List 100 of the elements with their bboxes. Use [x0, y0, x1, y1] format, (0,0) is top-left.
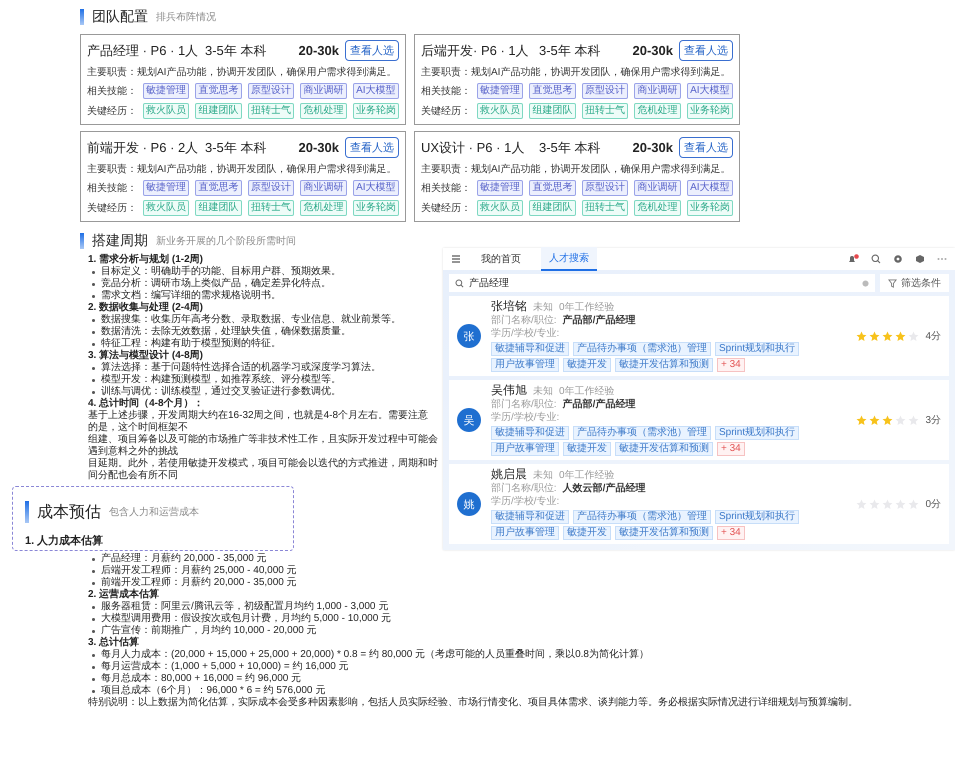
- experience-tag: 扭转士气: [248, 103, 294, 119]
- skill-tag: AI大模型: [352, 83, 400, 99]
- nav-tab[interactable]: 我的首页: [473, 248, 529, 270]
- list-item: 特征工程：构建有助于模型预测的特征。: [101, 338, 281, 350]
- view-candidates-button[interactable]: 查看人选: [345, 137, 399, 158]
- skill-tag: 敏捷管理: [477, 83, 524, 99]
- role-title: 后端开发· P6 · 1人: [421, 42, 530, 60]
- candidate-card[interactable]: 吴 吴伟旭 未知 0年工作经验 部门名称/职位: 产品部/产品经理 学历/学校/专业: 敏捷辅导和促进 产品待办事项（需求池）管理 Sprint规划和执行 用户故事管理 敏捷开发 敏捷开发估算和预测 + 34 3分: [449, 380, 949, 460]
- more-tag[interactable]: + 34: [717, 358, 745, 372]
- role-title: 前端开发 · P6 · 2人: [87, 138, 200, 156]
- bullet-icon: [92, 319, 95, 322]
- skill-tag: 敏捷开发: [563, 442, 611, 456]
- field-label: 关键经历：: [421, 202, 471, 215]
- duty-text: 规划AI产品功能，协调开发团队，确保用户需求得到满足。: [137, 162, 396, 176]
- experience-tag: 危机处理: [634, 103, 681, 119]
- view-candidates-button[interactable]: 查看人选: [345, 40, 399, 61]
- list-item: 模型开发：构建预测模型，如推荐系统、评分模型等。: [101, 374, 341, 386]
- field-label: 关键经历：: [87, 202, 137, 215]
- skill-tag: 敏捷辅导和促进: [491, 342, 569, 356]
- bullet-icon: [92, 283, 95, 286]
- list-item: 后端开发工程师：月薪约 25,000 - 40,000 元: [101, 565, 297, 576]
- skill-tag: 商业调研: [300, 180, 347, 196]
- star-icon: [895, 330, 906, 342]
- bullet-icon: [92, 295, 95, 298]
- bell-icon[interactable]: [847, 254, 859, 264]
- gender-text: 未知: [533, 386, 553, 398]
- summary-line: 组建、项目筹备以及可能的市场推广等非技术性工作，且实际开发过程中可能会遇到意料之外的挑战: [88, 434, 438, 458]
- search-field[interactable]: 产品经理: [449, 274, 875, 292]
- filter-button[interactable]: 筛选条件: [880, 274, 949, 292]
- more-tag[interactable]: + 34: [717, 442, 745, 456]
- skill-tag: 原型设计: [248, 180, 294, 196]
- cost-heading: 2. 运营成本估算: [88, 589, 160, 600]
- duty-text: 规划AI产品功能，协调开发团队，确保用户需求得到满足。: [471, 66, 730, 79]
- field-label: 主要职责：: [421, 66, 471, 79]
- candidate-card[interactable]: 姚 姚启晨 未知 0年工作经验 部门名称/职位: 人效云部/产品经理 学历/学校/专业: 敏捷辅导和促进 产品待办事项（需求池）管理 Sprint规划和执行 用户故事管理 敏捷开发 敏捷开发估算和预测 + 34 0分: [449, 464, 949, 544]
- search-icon[interactable]: [871, 254, 881, 264]
- experience-tag: 组建团队: [195, 200, 242, 216]
- salary: 20-30k: [632, 140, 674, 155]
- star-icon: [882, 414, 894, 426]
- skill-tag: 直觉思考: [529, 180, 576, 196]
- star-icon: [869, 330, 880, 342]
- more-tag[interactable]: + 34: [717, 526, 745, 540]
- bullet-icon: [92, 654, 95, 657]
- bullet-icon: [92, 331, 95, 334]
- nav-tab[interactable]: 人才搜索: [541, 247, 597, 271]
- candidate-card[interactable]: 张 张培铭 未知 0年工作经验 部门名称/职位: 产品部/产品经理 学历/学校/专业: 敏捷辅导和促进 产品待办事项（需求池）管理 Sprint规划和执行 用户故事管理 敏捷开发 敏捷开发估算和预测 + 34 4分: [449, 296, 949, 376]
- star-icon: [882, 330, 894, 342]
- menu-icon[interactable]: [451, 254, 461, 264]
- skill-tag: 用户故事管理: [491, 526, 559, 540]
- view-candidates-button[interactable]: 查看人选: [679, 40, 733, 61]
- list-item: 广告宣传：前期推广，月均约 10,000 - 20,000 元: [101, 625, 317, 636]
- field-label: 主要职责：: [87, 66, 137, 79]
- list-item: 目标定义：明确助手的功能、目标用户群、预期效果。: [101, 266, 341, 278]
- section-title: 搭建周期: [92, 232, 148, 250]
- list-item: 数据搜集：收集历年高考分数、录取数据、专业信息、就业前景等。: [101, 314, 401, 326]
- section-subtitle: 排兵布阵情况: [156, 10, 216, 24]
- search-icon: [455, 278, 464, 288]
- skill-tag: 敏捷开发估算和预测: [615, 442, 713, 456]
- settings-icon[interactable]: [893, 254, 903, 264]
- experience-tag: 危机处理: [300, 200, 347, 216]
- candidate-name: 吴伟旭: [491, 384, 527, 396]
- skill-tag: AI大模型: [686, 83, 734, 99]
- star-icon: [856, 330, 868, 342]
- bullet-icon: [92, 690, 95, 693]
- field-label: 学历/学校/专业:: [491, 328, 560, 340]
- star-icon: [869, 414, 880, 426]
- field-label: 主要职责：: [421, 162, 471, 176]
- experience-text: 0年工作经验: [559, 470, 615, 482]
- experience-tag: 业务轮岗: [686, 200, 734, 216]
- skill-tag: 敏捷开发估算和预测: [615, 358, 713, 372]
- phase-heading: 4. 总计时间（4-8个月）：: [88, 398, 205, 410]
- skill-tag: 产品待办事项（需求池）管理: [573, 510, 711, 524]
- score-text: 4分: [925, 330, 941, 343]
- requirement: 3-5年 本科: [539, 42, 602, 60]
- field-label: 关键经历：: [87, 104, 137, 118]
- bullet-icon: [92, 379, 95, 382]
- skill-tag: 敏捷辅导和促进: [491, 426, 569, 440]
- duty-text: 规划AI产品功能，协调开发团队，确保用户需求得到满足。: [137, 66, 396, 79]
- field-label: 相关技能：: [87, 84, 137, 98]
- role-title: 产品经理 · P6 · 1人: [87, 42, 200, 60]
- list-item: 每月总成本：80,000 + 16,000 = 约 96,000 元: [101, 673, 302, 684]
- avatar: 吴: [457, 408, 481, 432]
- avatar: 张: [457, 324, 481, 348]
- experience-tag: 组建团队: [195, 103, 242, 119]
- experience-tag: 组建团队: [529, 200, 576, 216]
- skill-tag: Sprint规划和执行: [715, 342, 800, 356]
- section-marker: [25, 501, 29, 523]
- skill-tag: 敏捷辅导和促进: [491, 510, 569, 524]
- bullet-icon: [92, 391, 95, 394]
- bullet-icon: [92, 618, 95, 621]
- role-title: UX设计 · P6 · 1人: [421, 138, 526, 156]
- list-item: 训练与调优：训练模型，通过交叉验证进行参数调优。: [101, 386, 341, 398]
- view-candidates-button[interactable]: 查看人选: [679, 137, 733, 158]
- requirement: 3-5年 本科: [205, 138, 268, 156]
- experience-tag: 扭转士气: [248, 200, 294, 216]
- skill-tag: 直觉思考: [529, 83, 576, 99]
- section-title: 团队配置: [92, 8, 148, 26]
- bullet-icon: [92, 558, 95, 561]
- skill-tag: 产品待办事项（需求池）管理: [573, 426, 711, 440]
- list-item: 产品经理：月薪约 20,000 - 35,000 元: [101, 553, 267, 564]
